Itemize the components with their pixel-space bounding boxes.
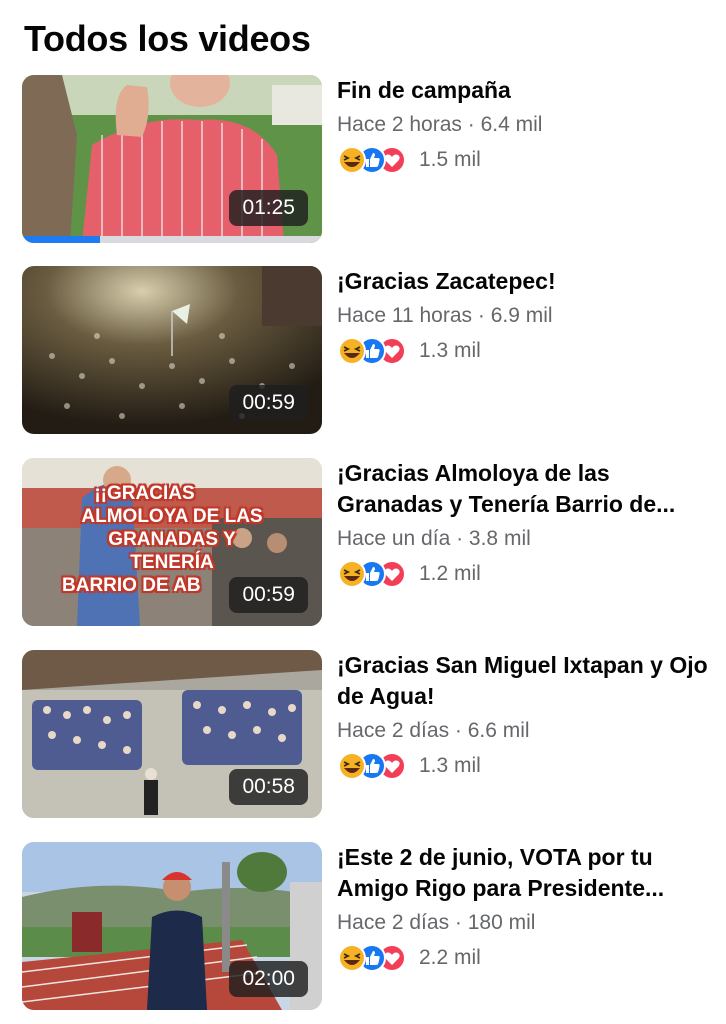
- meta-separator: ·: [449, 911, 468, 934]
- video-thumbnail[interactable]: 01:25: [22, 75, 322, 243]
- reaction-icons: [337, 336, 411, 366]
- meta-separator: ·: [472, 304, 491, 327]
- video-duration: 00:59: [229, 385, 308, 421]
- video-duration: 02:00: [229, 961, 308, 997]
- meta-separator: ·: [461, 113, 481, 136]
- video-item[interactable]: 01:25 Fin de campaña Hace 2 horas · 6.4 …: [22, 75, 712, 245]
- video-thumbnail[interactable]: 00:59: [22, 266, 322, 434]
- video-time-ago: Hace 2 días: [337, 911, 450, 934]
- overlay-line: ALMOLOYA DE LAS: [81, 506, 263, 527]
- video-meta: Hace 2 días · 6.6 mil: [337, 716, 712, 746]
- reaction-icons: [337, 559, 411, 589]
- video-thumbnail[interactable]: 02:00: [22, 842, 322, 1010]
- reactions-summary[interactable]: 1.3 mil: [337, 336, 712, 366]
- overlay-line: TENERÍA: [130, 552, 214, 573]
- haha-icon: [338, 560, 366, 588]
- meta-separator: ·: [449, 719, 468, 742]
- video-time-ago: Hace 2 días: [337, 719, 450, 742]
- video-item[interactable]: 02:00 ¡Este 2 de junio, VOTA por tu Amig…: [22, 842, 712, 1012]
- video-views: 3.8 mil: [468, 527, 531, 550]
- video-title[interactable]: ¡Gracias San Miguel Ixtapan y Ojo de Agu…: [337, 650, 712, 712]
- video-title[interactable]: ¡Gracias Almoloya de las Granadas y Tene…: [337, 458, 712, 520]
- reaction-count: 1.2 mil: [419, 562, 481, 585]
- video-thumbnail[interactable]: ¡¡GRACIAS ALMOLOYA DE LAS GRANADAS Y TEN…: [22, 458, 322, 626]
- haha-icon: [338, 337, 366, 365]
- meta-separator: ·: [450, 527, 469, 550]
- page-title: Todos los videos: [24, 18, 311, 59]
- video-item[interactable]: 00:58 ¡Gracias San Miguel Ixtapan y Ojo …: [22, 650, 712, 820]
- watch-progress-bar: [22, 236, 322, 243]
- video-title[interactable]: Fin de campaña: [337, 75, 712, 106]
- reaction-count: 1.5 mil: [419, 148, 481, 171]
- video-item[interactable]: 00:59 ¡Gracias Zacatepec! Hace 11 horas …: [22, 266, 712, 436]
- video-views: 6.4 mil: [480, 113, 543, 136]
- haha-icon: [338, 944, 366, 972]
- reaction-count: 1.3 mil: [419, 754, 481, 777]
- overlay-line: GRANADAS Y: [108, 529, 236, 550]
- reaction-icons: [337, 943, 411, 973]
- reaction-icons: [337, 145, 411, 175]
- video-info: ¡Gracias Zacatepec! Hace 11 horas · 6.9 …: [337, 266, 712, 366]
- reactions-summary[interactable]: 1.3 mil: [337, 751, 712, 781]
- video-duration: 00:59: [229, 577, 308, 613]
- haha-icon: [338, 752, 366, 780]
- video-item[interactable]: ¡¡GRACIAS ALMOLOYA DE LAS GRANADAS Y TEN…: [22, 458, 712, 628]
- watch-progress-fill: [22, 236, 100, 243]
- video-duration: 01:25: [229, 190, 308, 226]
- video-meta: Hace 11 horas · 6.9 mil: [337, 301, 712, 331]
- reaction-icons: [337, 751, 411, 781]
- video-meta: Hace un día · 3.8 mil: [337, 524, 712, 554]
- video-time-ago: Hace 2 horas: [337, 113, 462, 136]
- video-time-ago: Hace un día: [337, 527, 451, 550]
- reactions-summary[interactable]: 1.5 mil: [337, 145, 712, 175]
- reaction-count: 2.2 mil: [419, 946, 481, 969]
- haha-icon: [338, 146, 366, 174]
- video-info: Fin de campaña Hace 2 horas · 6.4 mil 1.…: [337, 75, 712, 175]
- reactions-summary[interactable]: 1.2 mil: [337, 559, 712, 589]
- video-meta: Hace 2 días · 180 mil: [337, 908, 712, 938]
- overlay-line: ¡¡GRACIAS: [94, 483, 195, 504]
- video-views: 6.9 mil: [490, 304, 553, 327]
- video-info: ¡Gracias San Miguel Ixtapan y Ojo de Agu…: [337, 650, 712, 781]
- video-meta: Hace 2 horas · 6.4 mil: [337, 110, 712, 140]
- video-thumbnail[interactable]: 00:58: [22, 650, 322, 818]
- reaction-count: 1.3 mil: [419, 339, 481, 362]
- video-info: ¡Este 2 de junio, VOTA por tu Amigo Rigo…: [337, 842, 712, 973]
- video-time-ago: Hace 11 horas: [337, 304, 473, 327]
- video-views: 180 mil: [467, 911, 536, 934]
- video-info: ¡Gracias Almoloya de las Granadas y Tene…: [337, 458, 712, 589]
- reactions-summary[interactable]: 2.2 mil: [337, 943, 712, 973]
- video-duration: 00:58: [229, 769, 308, 805]
- video-title[interactable]: ¡Gracias Zacatepec!: [337, 266, 712, 297]
- video-title[interactable]: ¡Este 2 de junio, VOTA por tu Amigo Rigo…: [337, 842, 712, 904]
- video-views: 6.6 mil: [467, 719, 530, 742]
